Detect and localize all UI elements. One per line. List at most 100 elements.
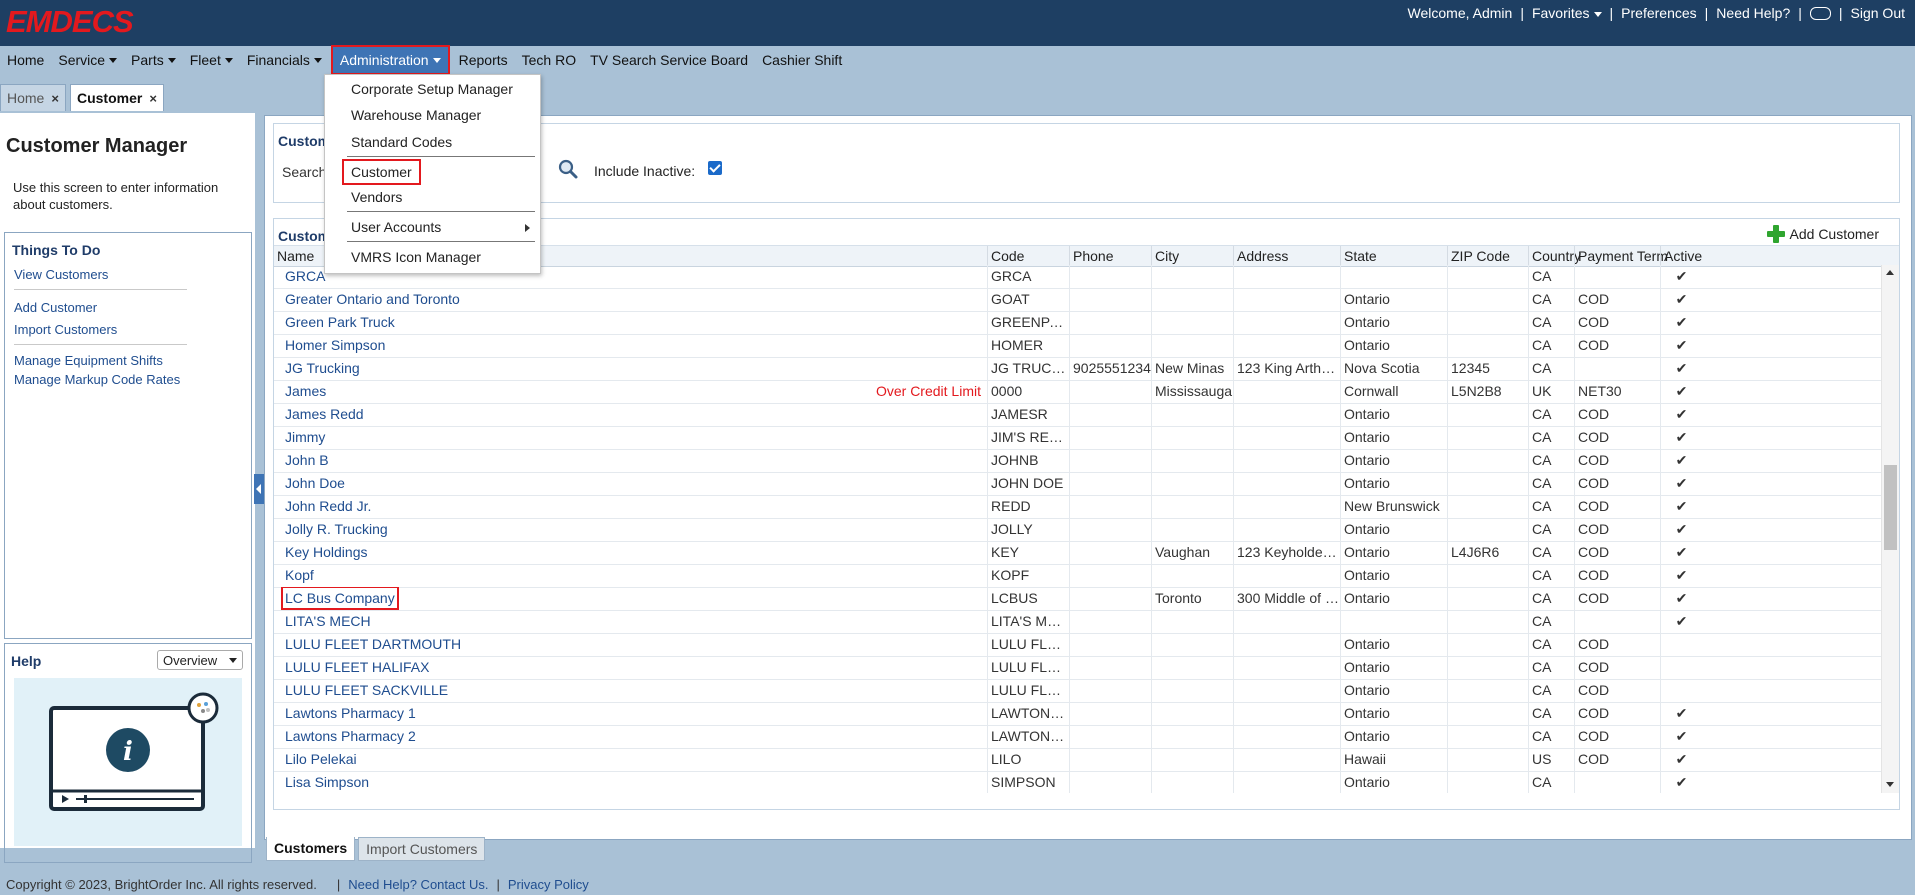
table-row[interactable]: Greater Ontario and Toronto GOAT Ontario CA… [274,288,1881,312]
vertical-scrollbar[interactable] [1881,265,1899,793]
name-cell[interactable]: Lisa Simpson [274,771,987,793]
table-row[interactable]: Lawtons Pharmacy 2 LAWTONCUS2 Ontario CACOD… [274,725,1881,749]
column-header-active[interactable]: Active [1660,246,1702,266]
close-icon[interactable]: × [149,91,157,106]
name-cell[interactable]: Green Park Truck [274,311,987,334]
privacy-policy-link[interactable]: Privacy Policy [508,877,589,892]
name-cell[interactable]: Kopf [274,564,987,587]
name-cell[interactable]: LULU FLEET SACKVILLE [274,679,987,702]
customer-name-link[interactable]: John B [285,452,329,468]
table-row[interactable]: LULU FLEET SACKVILLE LULU FLEET S Ontario C… [274,679,1881,703]
name-cell[interactable]: Key Holdings [274,541,987,564]
collapse-panel-handle[interactable] [254,474,264,504]
customer-name-link[interactable]: Lawtons Pharmacy 1 [285,705,416,721]
customer-name-link[interactable]: Jimmy [285,429,325,445]
table-row[interactable]: Kopf KOPF Ontario CA COD ✔ [274,564,1881,588]
customer-name-link[interactable]: JG Trucking [285,360,360,376]
customer-name-link[interactable]: GRCA [285,268,325,284]
tab-import-customers[interactable]: Import Customers [358,837,486,861]
customer-name-link[interactable]: LULU FLEET SACKVILLE [285,682,448,698]
customer-name-link[interactable]: LULU FLEET DARTMOUTH [285,636,461,652]
table-row[interactable]: Jimmy JIM'S RENTAL Ontario CACOD ✔ [274,426,1881,450]
table-row[interactable]: LULU FLEET DARTMOUTH LULU FLEET D Ontario C… [274,633,1881,657]
table-row[interactable]: Jolly R. Trucking JOLLY Ontario CA COD ✔ [274,518,1881,542]
name-cell[interactable]: Lilo Pelekai [274,748,987,771]
customer-name-link[interactable]: James [285,383,326,399]
table-row[interactable]: James Redd JAMESR Ontario CA COD ✔ [274,403,1881,427]
name-cell[interactable]: LC Bus Company [274,587,987,610]
customer-name-link[interactable]: Greater Ontario and Toronto [285,291,460,307]
table-row[interactable]: Lilo Pelekai LILO Hawaii US COD ✔ [274,748,1881,772]
name-cell[interactable]: Greater Ontario and Toronto [274,288,987,311]
help-topic-select[interactable]: Overview [157,650,243,670]
column-header-city[interactable]: City [1151,246,1233,266]
customer-name-link[interactable]: Green Park Truck [285,314,395,330]
name-cell[interactable]: Jimmy [274,426,987,449]
scroll-down-icon[interactable] [1886,782,1894,787]
name-cell[interactable]: James Over Credit Limit [274,380,987,403]
table-row[interactable]: John Doe JOHN DOE Ontario CA COD ✔ [274,472,1881,496]
menu-vendors[interactable]: Vendors [351,189,402,205]
sign-out-link[interactable]: Sign Out [1851,5,1905,21]
name-cell[interactable]: Lawtons Pharmacy 2 [274,725,987,748]
tab-customers[interactable]: Customers [266,837,356,861]
menu-administration[interactable]: Administration [330,45,450,75]
name-cell[interactable]: Jolly R. Trucking [274,518,987,541]
menu-standard-codes[interactable]: Standard Codes [351,134,452,150]
customer-name-link[interactable]: John Doe [285,475,345,491]
name-cell[interactable]: John B [274,449,987,472]
table-row[interactable]: Key Holdings KEY Vaughan123 Keyholder AveO… [274,541,1881,565]
menu-cashier-shift[interactable]: Cashier Shift [755,47,849,73]
name-cell[interactable]: Homer Simpson [274,334,987,357]
preferences-link[interactable]: Preferences [1621,5,1696,21]
table-row[interactable]: John B JOHNB Ontario CA COD ✔ [274,449,1881,473]
column-header-zip[interactable]: ZIP Code [1447,246,1528,266]
customer-name-link[interactable]: Lilo Pelekai [285,751,357,767]
column-header-code[interactable]: Code [987,246,1069,266]
table-row[interactable]: John Redd Jr. REDD New Brunswick CA COD ✔ [274,495,1881,519]
customer-name-link[interactable]: Key Holdings [285,544,368,560]
column-header-address[interactable]: Address [1233,246,1340,266]
view-customers-link[interactable]: View Customers [14,267,108,282]
customer-name-link[interactable]: LC Bus Company [281,587,399,610]
scroll-up-icon[interactable] [1886,270,1894,275]
close-icon[interactable]: × [51,91,59,106]
menu-financials[interactable]: Financials [240,47,329,73]
table-row[interactable]: JG Trucking JG TRUCKING9025551234New Mina… [274,357,1881,381]
manage-markup-code-rates-link[interactable]: Manage Markup Code Rates [14,372,180,387]
table-row[interactable]: LC Bus Company LCBUS Toronto 300 Middle of … [274,587,1881,611]
table-row[interactable]: LITA'S MECH LITA'S MECH CA ✔ [274,610,1881,634]
customer-name-link[interactable]: James Redd [285,406,364,422]
add-customer-link[interactable]: Add Customer [14,300,97,315]
column-header-country[interactable]: Country [1528,246,1581,266]
manage-equipment-shifts-link[interactable]: Manage Equipment Shifts [14,353,163,368]
column-header-state[interactable]: State [1340,246,1447,266]
customer-name-link[interactable]: John Redd Jr. [285,498,371,514]
chat-icon[interactable] [1809,6,1831,20]
menu-parts[interactable]: Parts [124,47,183,73]
menu-corporate-setup-manager[interactable]: Corporate Setup Manager [351,81,513,97]
name-cell[interactable]: LULU FLEET DARTMOUTH [274,633,987,656]
favorites-menu[interactable]: Favorites [1532,5,1602,21]
menu-home[interactable]: Home [0,47,51,73]
menu-warehouse-manager[interactable]: Warehouse Manager [351,107,481,123]
name-cell[interactable]: James Redd [274,403,987,426]
tab-home[interactable]: Home × [0,84,66,111]
customer-name-link[interactable]: LULU FLEET HALIFAX [285,659,429,675]
tab-customer[interactable]: Customer × [69,84,164,111]
help-video-thumbnail[interactable]: i [14,678,242,846]
table-row[interactable]: Lawtons Pharmacy 1 LAWTONCUS1 Ontario CACOD… [274,702,1881,726]
menu-vmrs-icon-manager[interactable]: VMRS Icon Manager [351,249,481,265]
menu-tech-ro[interactable]: Tech RO [515,47,583,73]
import-customers-link[interactable]: Import Customers [14,322,117,337]
customer-name-link[interactable]: Lisa Simpson [285,774,369,790]
table-row[interactable]: James Over Credit Limit 0000 Mississauga Cor… [274,380,1881,404]
table-row[interactable]: Homer Simpson HOMER Ontario CA COD ✔ [274,334,1881,358]
name-cell[interactable]: Lawtons Pharmacy 1 [274,702,987,725]
column-header-phone[interactable]: Phone [1069,246,1151,266]
customer-name-link[interactable]: Homer Simpson [285,337,385,353]
search-icon[interactable] [557,158,579,180]
customer-name-link[interactable]: Kopf [285,567,314,583]
name-cell[interactable]: John Doe [274,472,987,495]
menu-reports[interactable]: Reports [452,47,515,73]
